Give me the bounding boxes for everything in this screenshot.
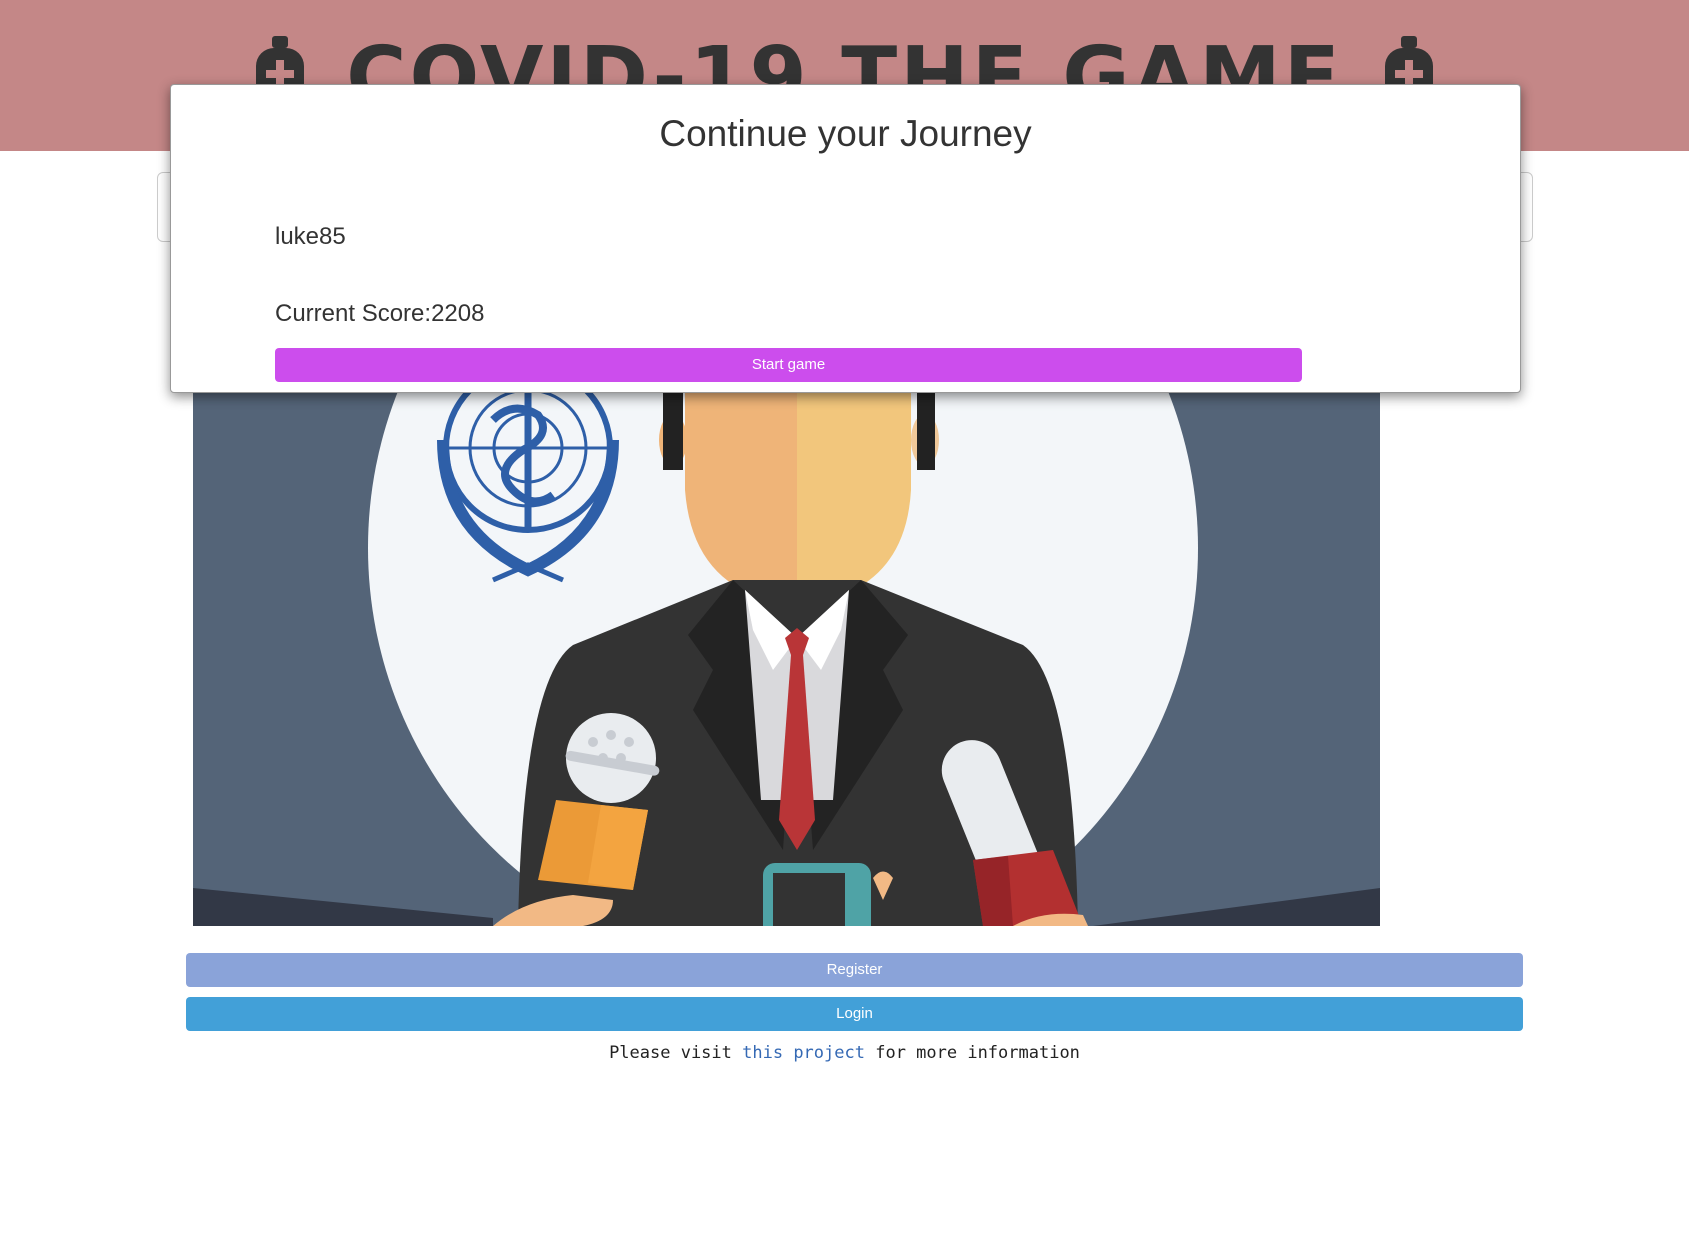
- score-value: 2208: [431, 300, 485, 327]
- project-link[interactable]: this project: [742, 1043, 865, 1063]
- modal-title: Continue your Journey: [659, 113, 1032, 154]
- continue-journey-modal: Continue your Journey luke85 Current Sco…: [170, 84, 1521, 393]
- register-button[interactable]: Register: [186, 953, 1523, 987]
- footer-note: Please visit this project for more infor…: [0, 1043, 1689, 1063]
- footer-prefix: Please visit: [609, 1043, 732, 1063]
- username-label: luke85: [275, 223, 346, 250]
- current-score: Current Score:2208: [275, 300, 484, 328]
- start-game-button[interactable]: Start game: [275, 348, 1302, 382]
- login-button[interactable]: Login: [186, 997, 1523, 1031]
- footer-suffix: for more information: [875, 1043, 1080, 1063]
- hero-illustration: [193, 380, 1380, 926]
- score-label: Current Score:: [275, 300, 432, 327]
